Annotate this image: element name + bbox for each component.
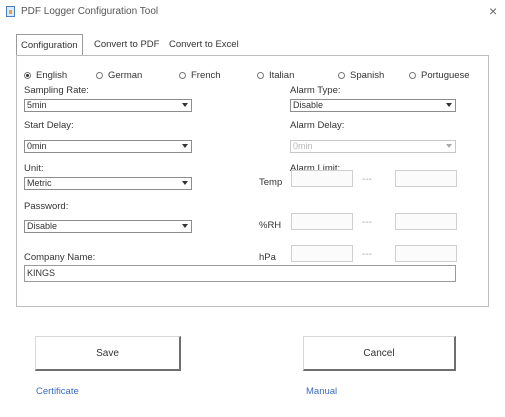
title-bar: PDF Logger Configuration Tool × (0, 0, 505, 26)
manual-link[interactable]: Manual (306, 386, 337, 397)
tab-convert-to-pdf[interactable]: Convert to PDF (94, 36, 159, 54)
rh-low-input (291, 213, 353, 230)
chevron-down-icon (446, 144, 452, 148)
hpa-low-input (291, 245, 353, 262)
temp-high-input (395, 170, 457, 187)
radio-dot-icon (409, 72, 416, 79)
password-label: Password: (24, 201, 69, 212)
start-delay-label: Start Delay: (24, 120, 74, 131)
tab-convert-to-excel[interactable]: Convert to Excel (169, 36, 239, 54)
radio-label: Portuguese (421, 70, 470, 81)
company-name-label: Company Name: (24, 252, 96, 263)
radio-label: Spanish (350, 70, 385, 81)
radio-dot-icon (96, 72, 103, 79)
sampling-rate-select[interactable]: 5min (24, 99, 192, 112)
sampling-rate-label: Sampling Rate: (24, 85, 89, 96)
temp-separator: --- (362, 174, 372, 185)
radio-dot-icon (338, 72, 345, 79)
hpa-label: hPa (259, 252, 276, 263)
save-button[interactable]: Save (35, 336, 181, 371)
radio-portuguese[interactable]: Portuguese (409, 70, 470, 81)
certificate-link[interactable]: Certificate (36, 386, 79, 397)
alarm-delay-label: Alarm Delay: (290, 120, 345, 131)
alarm-type-select[interactable]: Disable (290, 99, 456, 112)
radio-french[interactable]: French (179, 70, 221, 81)
start-delay-value: 0min (27, 141, 47, 151)
radio-label: German (108, 70, 143, 81)
unit-label: Unit: (24, 163, 44, 174)
radio-label: Italian (269, 70, 295, 81)
cancel-button[interactable]: Cancel (303, 336, 456, 371)
rh-high-input (395, 213, 457, 230)
radio-german[interactable]: German (96, 70, 142, 81)
app-icon (6, 6, 15, 17)
rh-separator: --- (362, 217, 372, 228)
radio-dot-icon (24, 72, 31, 79)
temp-low-input (291, 170, 353, 187)
alarm-type-label: Alarm Type: (290, 85, 341, 96)
radio-label: English (36, 70, 68, 81)
unit-value: Metric (27, 178, 52, 188)
password-select[interactable]: Disable (24, 220, 192, 233)
start-delay-select[interactable]: 0min (24, 140, 192, 153)
radio-spanish[interactable]: Spanish (338, 70, 384, 81)
chevron-down-icon[interactable] (446, 103, 452, 107)
chevron-down-icon[interactable] (182, 103, 188, 107)
alarm-delay-select: 0min (290, 140, 456, 153)
radio-label: French (191, 70, 221, 81)
tab-configuration[interactable]: Configuration (16, 34, 83, 55)
radio-dot-icon (179, 72, 186, 79)
close-icon[interactable]: × (489, 3, 497, 19)
chevron-down-icon[interactable] (182, 144, 188, 148)
radio-dot-icon (257, 72, 264, 79)
radio-italian[interactable]: Italian (257, 70, 294, 81)
hpa-high-input (395, 245, 457, 262)
chevron-down-icon[interactable] (182, 181, 188, 185)
rh-label: %RH (259, 220, 282, 231)
temp-label: Temp (259, 177, 283, 188)
sampling-rate-value: 5min (27, 100, 47, 110)
radio-english[interactable]: English (24, 70, 67, 81)
alarm-delay-value: 0min (293, 141, 313, 151)
window-title: PDF Logger Configuration Tool (21, 6, 159, 17)
company-name-input[interactable]: KINGS (24, 265, 456, 282)
hpa-separator: --- (362, 249, 372, 260)
chevron-down-icon[interactable] (182, 224, 188, 228)
alarm-type-value: Disable (293, 100, 324, 110)
unit-select[interactable]: Metric (24, 177, 192, 190)
password-value: Disable (27, 221, 58, 231)
